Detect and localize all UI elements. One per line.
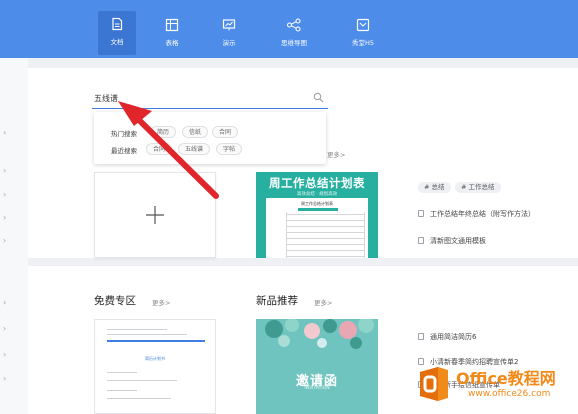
annotation-arrow [118,101,219,199]
